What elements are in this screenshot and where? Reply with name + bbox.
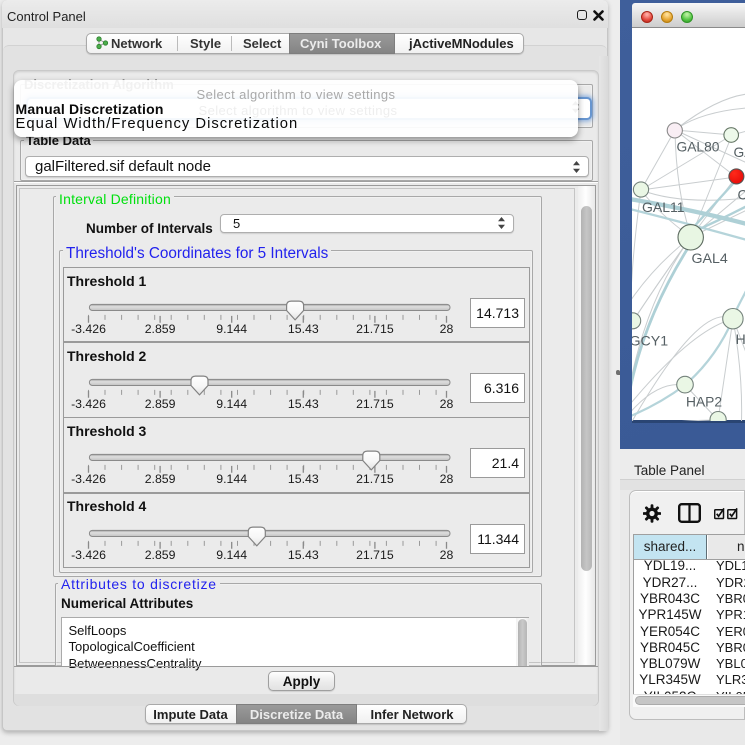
svg-text:GAL4: GAL4: [692, 251, 728, 267]
svg-text:21.715: 21.715: [356, 548, 394, 562]
svg-text:9.144: 9.144: [216, 397, 247, 411]
svg-text:9.144: 9.144: [216, 473, 247, 487]
svg-text:28: 28: [439, 322, 453, 336]
svg-text:HAP2: HAP2: [686, 395, 722, 410]
svg-text:15.43: 15.43: [287, 548, 318, 562]
svg-text:C: C: [738, 188, 745, 203]
svg-text:2.859: 2.859: [144, 473, 175, 487]
svg-text:15.43: 15.43: [287, 473, 318, 487]
svg-text:28: 28: [439, 473, 453, 487]
svg-text:28: 28: [439, 397, 453, 411]
svg-text:-3.426: -3.426: [71, 322, 106, 336]
svg-text:28: 28: [439, 548, 453, 562]
svg-text:-3.426: -3.426: [71, 473, 106, 487]
svg-text:H: H: [736, 332, 745, 348]
svg-text:21.715: 21.715: [356, 473, 394, 487]
svg-text:2.859: 2.859: [144, 322, 175, 336]
svg-text:15.43: 15.43: [287, 322, 318, 336]
svg-text:2.859: 2.859: [144, 397, 175, 411]
svg-text:21.715: 21.715: [356, 397, 394, 411]
svg-text:GCY1: GCY1: [632, 334, 668, 350]
svg-text:-3.426: -3.426: [71, 548, 106, 562]
svg-text:GA: GA: [734, 145, 745, 160]
svg-text:2.859: 2.859: [144, 548, 175, 562]
svg-text:21.715: 21.715: [356, 322, 394, 336]
svg-text:GAL80: GAL80: [677, 140, 720, 155]
svg-text:9.144: 9.144: [216, 548, 247, 562]
svg-text:-3.426: -3.426: [71, 397, 106, 411]
svg-text:9.144: 9.144: [216, 322, 247, 336]
svg-text:GAL11: GAL11: [642, 199, 685, 215]
svg-text:15.43: 15.43: [287, 397, 318, 411]
